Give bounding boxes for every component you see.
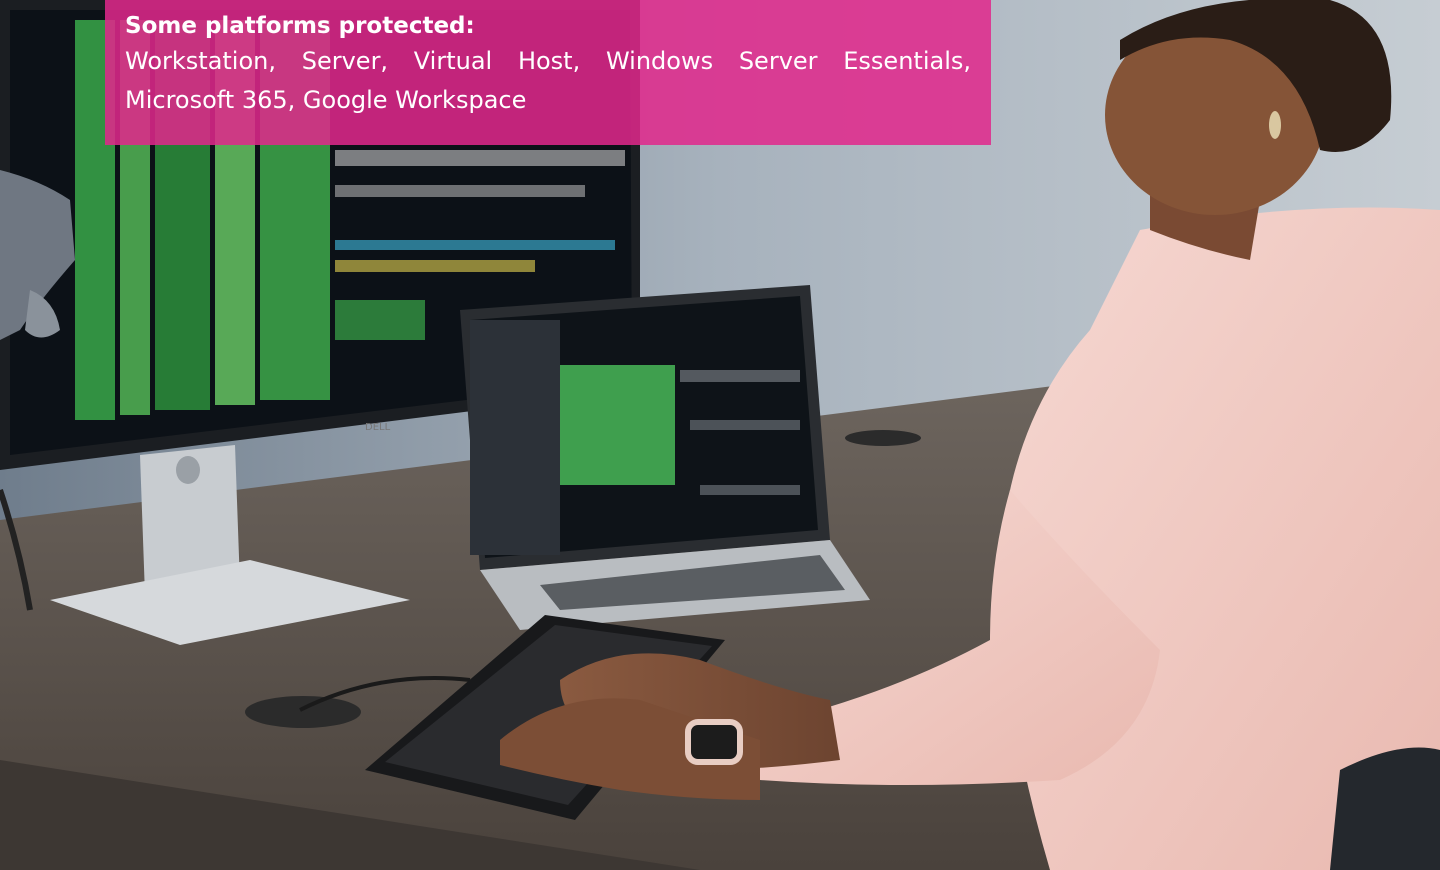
- desk-grommet: [245, 696, 361, 728]
- smartwatch: [685, 719, 743, 765]
- caption-text: Workstation, Server, Virtual Host, Windo…: [125, 47, 971, 114]
- caption-title: Some platforms protected:: [125, 13, 475, 39]
- laptop: [460, 285, 870, 630]
- platforms-caption-box: Some platforms protected: Workstation, S…: [105, 0, 991, 145]
- monitor-brand-text: DELL: [365, 422, 391, 433]
